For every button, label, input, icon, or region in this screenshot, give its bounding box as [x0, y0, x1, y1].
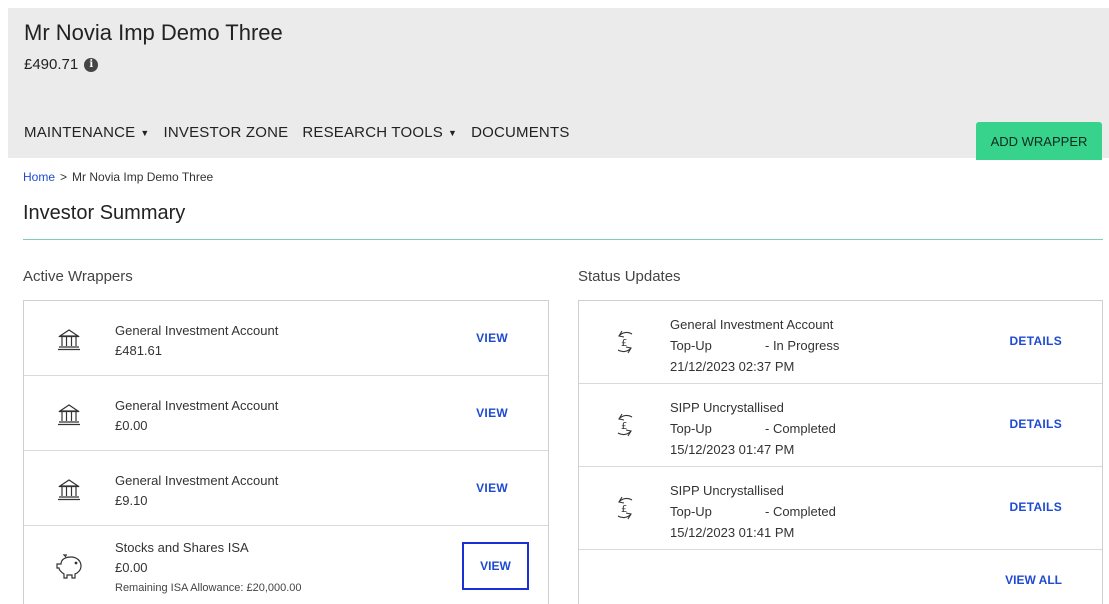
view-wrapper-link[interactable]: VIEW — [476, 331, 508, 345]
status-wrapper-name: SIPP Uncrystallised — [670, 400, 784, 415]
view-wrapper-link[interactable]: VIEW — [476, 481, 508, 495]
main-nav: MAINTENANCE ▼ INVESTOR ZONE RESEARCH TOO… — [24, 124, 570, 141]
pound-cycle-icon: £ — [617, 330, 633, 354]
wrapper-text: General Investment Account £0.00 — [115, 396, 278, 436]
isa-allowance: Remaining ISA Allowance: £20,000.00 — [115, 582, 302, 594]
view-all-link[interactable]: VIEW ALL — [1005, 573, 1062, 587]
piggy-bank-icon — [56, 554, 82, 579]
bank-icon — [58, 329, 80, 351]
svg-text:£: £ — [621, 338, 627, 349]
investor-balance: £490.71 — [24, 56, 79, 73]
wrapper-name: Stocks and Shares ISA — [115, 540, 249, 555]
breadcrumb-home-link[interactable]: Home — [23, 170, 55, 184]
status-text: SIPP Uncrystallised Top-Up - Completed 1… — [670, 397, 836, 460]
nav-documents-label: DOCUMENTS — [471, 124, 570, 141]
caret-down-icon: ▼ — [140, 127, 150, 138]
active-wrappers-title: Active Wrappers — [23, 268, 133, 285]
active-wrappers-panel: General Investment Account £481.61 VIEW … — [23, 300, 549, 604]
details-link[interactable]: DETAILS — [1009, 417, 1062, 431]
wrapper-row: General Investment Account £481.61 VIEW — [24, 301, 548, 376]
wrapper-value: £9.10 — [115, 493, 148, 508]
wrapper-value: £0.00 — [115, 560, 148, 575]
title-divider — [23, 239, 1103, 240]
status-type: Top-Up — [670, 421, 712, 436]
wrapper-text: General Investment Account £481.61 — [115, 321, 278, 361]
status-text: General Investment Account Top-Up - In P… — [670, 314, 839, 377]
wrapper-row: General Investment Account £0.00 VIEW — [24, 376, 548, 451]
status-line: Top-Up - Completed — [670, 418, 836, 439]
balance-row: £490.71 i — [24, 56, 99, 73]
pound-cycle-icon: £ — [617, 413, 633, 437]
nav-research-tools-label: RESEARCH TOOLS — [302, 124, 443, 141]
investor-name: Mr Novia Imp Demo Three — [24, 20, 283, 45]
wrapper-value: £0.00 — [115, 418, 148, 433]
nav-maintenance-label: MAINTENANCE — [24, 124, 136, 141]
bank-icon — [58, 404, 80, 426]
status-timestamp: 21/12/2023 02:37 PM — [670, 359, 795, 374]
status-row: £ General Investment Account Top-Up - In… — [579, 301, 1102, 384]
status-updates-title: Status Updates — [578, 268, 681, 285]
wrapper-text: Stocks and Shares ISA £0.00 Remaining IS… — [115, 538, 302, 598]
status-line: Top-Up - Completed — [670, 501, 836, 522]
status-row: £ SIPP Uncrystallised Top-Up - Completed… — [579, 467, 1102, 550]
pound-cycle-icon: £ — [617, 496, 633, 520]
nav-investor-zone[interactable]: INVESTOR ZONE — [163, 124, 288, 141]
wrapper-row: Stocks and Shares ISA £0.00 Remaining IS… — [24, 526, 548, 604]
status-timestamp: 15/12/2023 01:47 PM — [670, 442, 795, 457]
bank-icon — [58, 479, 80, 501]
status-state: - In Progress — [765, 338, 840, 353]
status-row: £ SIPP Uncrystallised Top-Up - Completed… — [579, 384, 1102, 467]
wrapper-row: General Investment Account £9.10 VIEW — [24, 451, 548, 526]
view-wrapper-link[interactable]: VIEW — [462, 542, 529, 590]
wrapper-text: General Investment Account £9.10 — [115, 471, 278, 511]
details-link[interactable]: DETAILS — [1009, 500, 1062, 514]
breadcrumb-separator: > — [60, 170, 68, 184]
status-wrapper-name: General Investment Account — [670, 317, 834, 332]
view-all-row: VIEW ALL — [579, 550, 1102, 604]
wrapper-name: General Investment Account — [115, 473, 279, 488]
status-type: Top-Up — [670, 504, 712, 519]
status-wrapper-name: SIPP Uncrystallised — [670, 483, 784, 498]
nav-investor-zone-label: INVESTOR ZONE — [163, 124, 289, 141]
page-title: Investor Summary — [23, 202, 186, 224]
add-wrapper-button[interactable]: ADD WRAPPER — [976, 122, 1102, 160]
svg-text:£: £ — [621, 421, 627, 432]
wrapper-name: General Investment Account — [115, 323, 279, 338]
status-text: SIPP Uncrystallised Top-Up - Completed 1… — [670, 480, 836, 543]
status-timestamp: 15/12/2023 01:41 PM — [670, 525, 795, 540]
investor-header: Mr Novia Imp Demo Three £490.71 i MAINTE… — [8, 8, 1109, 160]
info-icon[interactable]: i — [84, 57, 99, 72]
status-updates-panel: £ General Investment Account Top-Up - In… — [578, 300, 1103, 604]
status-type: Top-Up — [670, 338, 712, 353]
details-link[interactable]: DETAILS — [1009, 334, 1062, 348]
nav-research-tools[interactable]: RESEARCH TOOLS ▼ — [302, 124, 457, 141]
status-line: Top-Up - In Progress — [670, 335, 839, 356]
status-state: - Completed — [765, 421, 836, 436]
svg-text:£: £ — [621, 504, 627, 515]
nav-maintenance[interactable]: MAINTENANCE ▼ — [24, 124, 149, 141]
breadcrumb-current: Mr Novia Imp Demo Three — [72, 170, 214, 184]
breadcrumb: Home > Mr Novia Imp Demo Three — [23, 170, 213, 184]
view-wrapper-link[interactable]: VIEW — [476, 406, 508, 420]
status-state: - Completed — [765, 504, 836, 519]
caret-down-icon: ▼ — [447, 127, 458, 138]
nav-documents[interactable]: DOCUMENTS — [471, 124, 569, 141]
wrapper-name: General Investment Account — [115, 398, 279, 413]
wrapper-value: £481.61 — [115, 343, 162, 358]
